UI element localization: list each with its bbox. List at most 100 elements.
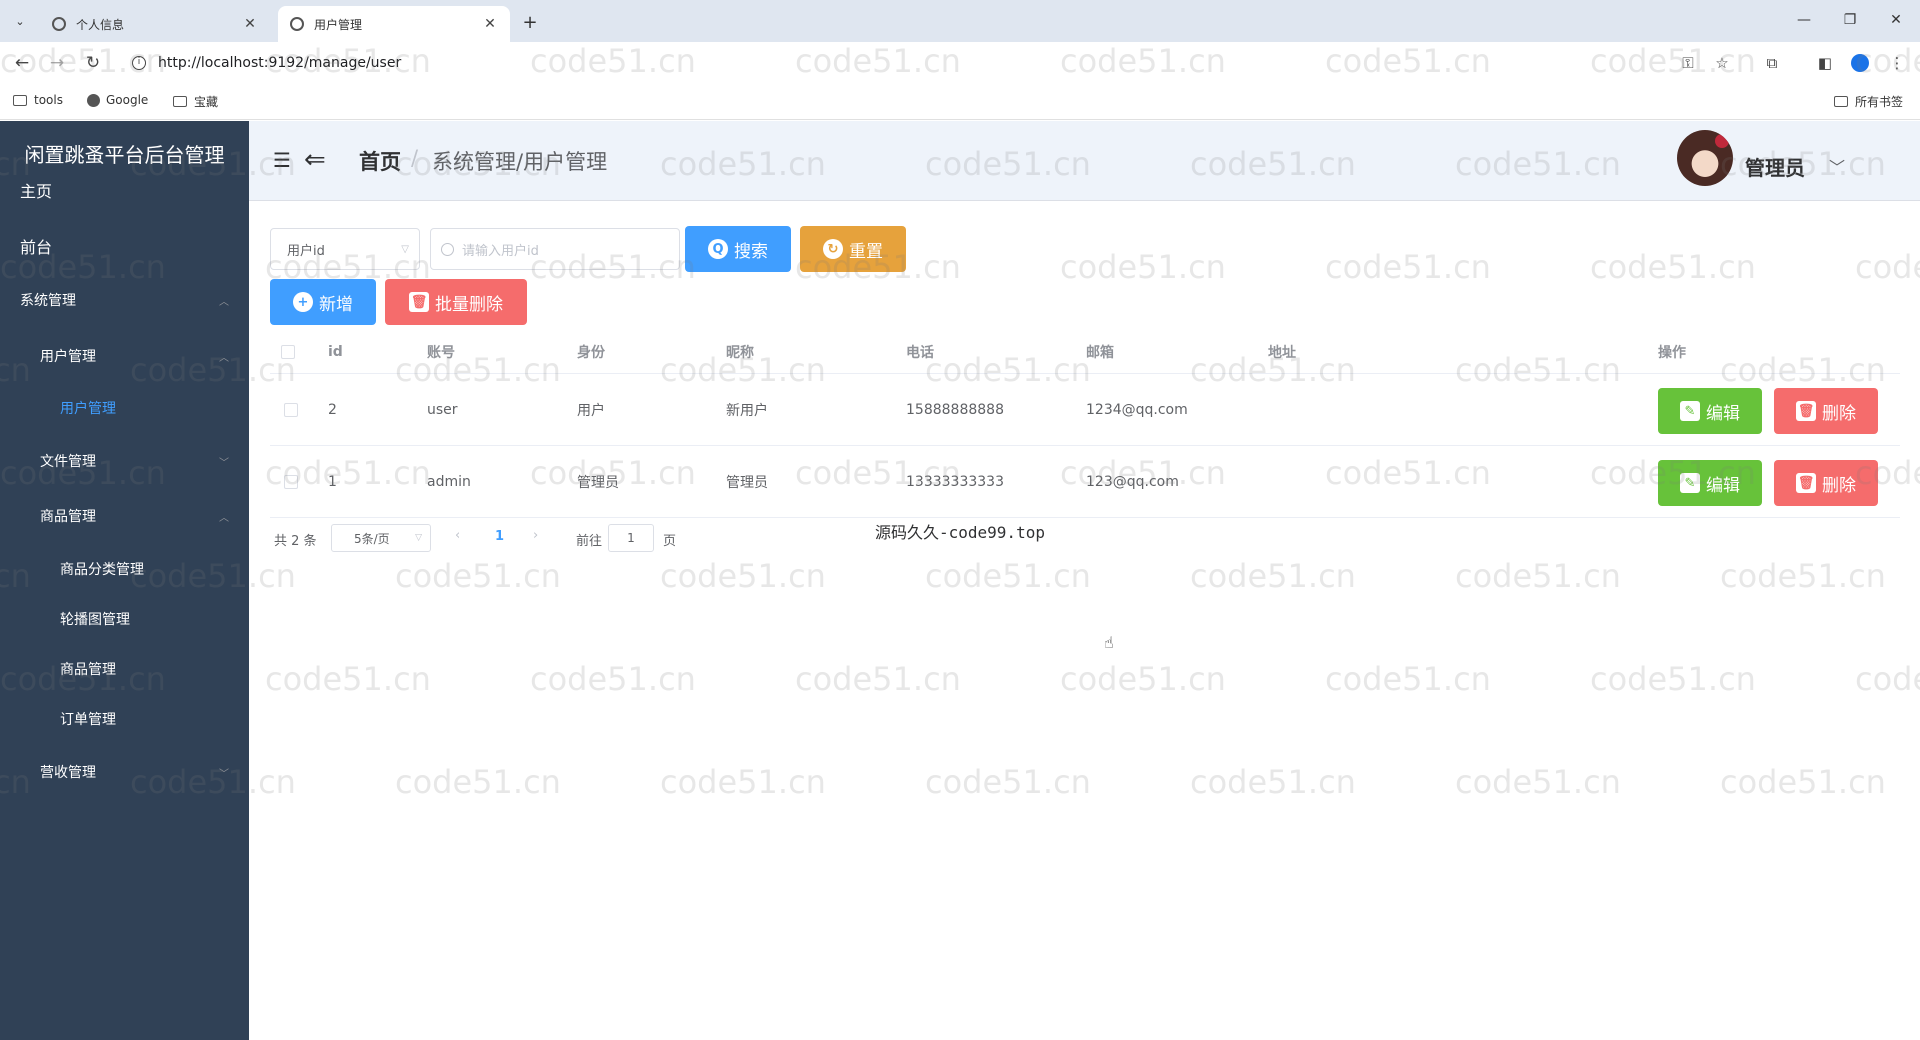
sidebar-item[interactable]: 商品管理 <box>0 649 249 689</box>
folder-icon <box>1834 96 1848 107</box>
pagination-total: 共 2 条 <box>274 534 317 549</box>
sidebar-item[interactable]: 系统管理 ︿ <box>0 280 249 320</box>
breadcrumb-home[interactable]: 首页 <box>359 146 401 176</box>
sidebar-item-label: 订单管理 <box>60 712 116 728</box>
browser-address-bar: ← → ↻ i http://localhost:9192/manage/use… <box>0 42 1920 84</box>
omnibox[interactable]: i http://localhost:9192/manage/user <box>122 48 1692 78</box>
batch-delete-button[interactable]: 🗑 批量删除 <box>385 279 527 325</box>
goto-page-input[interactable]: 1 <box>608 524 654 552</box>
row-checkbox[interactable] <box>284 374 298 445</box>
reset-button[interactable]: ↻ 重置 <box>800 226 906 272</box>
sidebar-item[interactable]: 商品管理 ︿ <box>0 496 249 536</box>
add-button[interactable]: + 新增 <box>270 279 376 325</box>
sidebar-item[interactable]: 轮播图管理 <box>0 599 249 639</box>
chevron-down-icon: ▽ <box>401 243 409 255</box>
sidebar-item[interactable]: 用户管理 ︿ <box>0 336 249 376</box>
sidebar-item-label: 主页 <box>20 182 53 201</box>
cell-role: 管理员 <box>577 474 619 491</box>
trash-icon: 🗑 <box>409 292 429 312</box>
sidebar-item[interactable]: 营收管理 ﹀ <box>0 752 249 792</box>
sidebar: 闲置跳蚤平台后台管理 主页 前台 系统管理 ︿ 用户管理 ︿ 用户管理 文件管理 ﹀ 商品管理 ︿ 商… <box>0 121 249 1040</box>
sidebar-item[interactable]: 订单管理 <box>0 699 249 739</box>
sidepanel-icon[interactable]: ◧ <box>1815 53 1835 73</box>
column-header-email: 邮箱 <box>1086 344 1114 361</box>
page-number[interactable]: 1 <box>495 529 504 544</box>
bookmark-tools[interactable]: tools <box>13 93 63 107</box>
minimize-icon[interactable]: — <box>1788 8 1820 32</box>
all-bookmarks[interactable]: 所有书签 <box>1834 93 1903 110</box>
globe-icon <box>52 17 66 31</box>
window-close-icon[interactable]: ✕ <box>1880 8 1912 32</box>
new-tab-icon[interactable]: + <box>518 10 542 34</box>
tab-title: 个人信息 <box>76 17 125 32</box>
extensions-icon[interactable]: ⧉ <box>1762 53 1782 73</box>
edit-button-label: 编辑 <box>1706 475 1740 496</box>
cell-phone: 15888888888 <box>906 401 1004 418</box>
more-menu-icon[interactable]: ⋮ <box>1887 53 1907 73</box>
restore-icon[interactable]: ❐ <box>1834 8 1866 32</box>
table-row: 1 admin 管理员 管理员 13333333333 123@qq.com ✎… <box>270 446 1900 518</box>
site-info-icon[interactable]: i <box>132 56 146 70</box>
cell-phone: 13333333333 <box>906 473 1004 490</box>
hand-cursor-icon: ☝ <box>1104 633 1114 652</box>
browser-tab-user-manage[interactable]: 用户管理 ✕ <box>278 6 510 42</box>
reload-icon[interactable]: ↻ <box>82 52 104 74</box>
cell-nickname: 新用户 <box>726 402 768 419</box>
cell-id: 2 <box>328 401 337 418</box>
row-checkbox[interactable] <box>284 446 298 517</box>
pagination: 共 2 条 5条/页 ▽ ‹ 1 › 前往 1 页 <box>270 522 970 554</box>
profile-icon[interactable] <box>1850 53 1870 73</box>
edit-button[interactable]: ✎ 编辑 <box>1658 388 1762 434</box>
collapse-menu-icon[interactable]: ☰ <box>273 150 293 170</box>
star-icon[interactable]: ☆ <box>1712 53 1732 73</box>
top-header: ☰ ⇐ 首页 / 系统管理/用户管理 管理员 ﹀ <box>249 121 1920 201</box>
close-icon[interactable]: ✕ <box>242 16 258 32</box>
key-icon[interactable]: ⚿ <box>1678 53 1698 73</box>
bookmark-treasure[interactable]: 宝藏 <box>173 93 218 110</box>
user-name[interactable]: 管理员 <box>1745 152 1805 181</box>
prev-page-icon[interactable]: ‹ <box>455 528 460 543</box>
column-header-nickname: 昵称 <box>726 344 754 361</box>
breadcrumb-current: 系统管理/用户管理 <box>432 150 608 174</box>
sidebar-item[interactable]: 商品分类管理 <box>0 549 249 589</box>
bookmark-google[interactable]: Google <box>87 93 148 107</box>
delete-button[interactable]: 🗑 删除 <box>1774 460 1878 506</box>
select-all-checkbox[interactable] <box>281 330 295 373</box>
sidebar-item[interactable]: 用户管理 <box>0 388 249 428</box>
add-button-label: 新增 <box>319 294 353 315</box>
browser-tab-bar: ⌄ 个人信息 ✕ 用户管理 ✕ + — ❐ ✕ <box>0 0 1920 42</box>
browser-tab-profile[interactable]: 个人信息 ✕ <box>40 6 270 42</box>
sidebar-item-label: 商品管理 <box>40 509 96 525</box>
chevron-down-icon[interactable]: ﹀ <box>1829 154 1845 178</box>
search-input[interactable]: 请输入用户id <box>430 228 680 270</box>
breadcrumb-separator: / <box>411 146 419 170</box>
edit-button-label: 编辑 <box>1706 403 1740 424</box>
edit-button[interactable]: ✎ 编辑 <box>1658 460 1762 506</box>
sidebar-item[interactable]: 主页 <box>0 170 249 210</box>
reset-button-label: 重置 <box>849 241 883 262</box>
chevron-up-icon: ︿ <box>219 352 229 364</box>
back-arrow-icon[interactable]: ← <box>11 52 33 74</box>
sidebar-item[interactable]: 前台 <box>0 226 249 266</box>
delete-button[interactable]: 🗑 删除 <box>1774 388 1878 434</box>
avatar[interactable] <box>1677 130 1733 186</box>
search-button[interactable]: Q 搜索 <box>685 226 791 272</box>
folder-icon <box>173 96 187 107</box>
search-icon <box>441 242 454 256</box>
back-arrow-icon[interactable]: ⇐ <box>304 147 334 173</box>
column-header-phone: 电话 <box>906 344 934 361</box>
forward-arrow-icon[interactable]: → <box>46 52 68 74</box>
chevron-down-icon: ﹀ <box>219 768 229 780</box>
page-size-value: 5条/页 <box>354 531 390 546</box>
page-size-select[interactable]: 5条/页 ▽ <box>331 524 431 552</box>
sidebar-item[interactable]: 文件管理 ﹀ <box>0 441 249 481</box>
close-icon[interactable]: ✕ <box>482 16 498 32</box>
bookmark-label: Google <box>106 93 149 107</box>
filter-select[interactable]: 用户id ▽ <box>270 228 420 270</box>
next-page-icon[interactable]: › <box>533 528 538 543</box>
tab-search-menu-icon[interactable]: ⌄ <box>8 9 32 33</box>
url-text[interactable]: http://localhost:9192/manage/user <box>158 55 401 71</box>
chevron-down-icon: ▽ <box>415 533 422 543</box>
plus-icon: + <box>293 292 313 312</box>
batch-delete-label: 批量删除 <box>435 294 503 315</box>
